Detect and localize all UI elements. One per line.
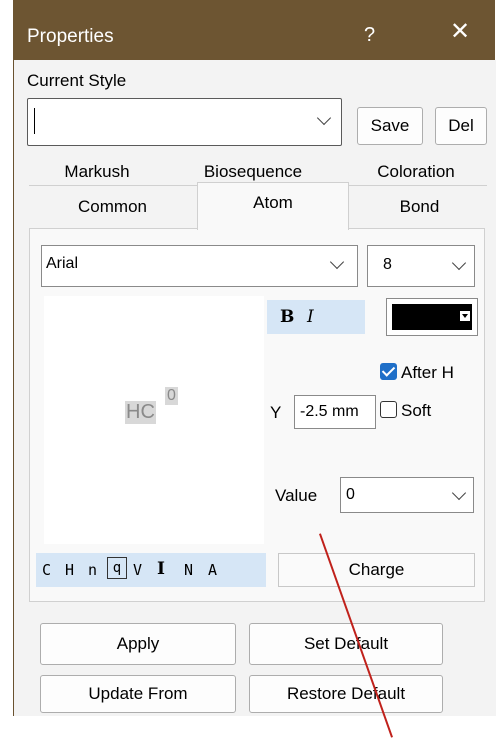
after-h-label: After H (401, 363, 454, 382)
style-buttons: B I (267, 300, 365, 334)
save-button[interactable]: Save (357, 107, 423, 145)
soft-label: Soft (401, 401, 432, 420)
help-button[interactable]: ? (364, 24, 375, 47)
chevron-down-icon[interactable] (316, 110, 332, 126)
text-caret (34, 108, 35, 134)
label-toolbar: C H n q V I N A (36, 553, 266, 587)
bold-button[interactable]: B (280, 307, 294, 327)
check-icon (381, 363, 396, 377)
label-button-n[interactable]: n (88, 561, 97, 579)
tab-markush[interactable]: Markush (31, 159, 163, 185)
chevron-down-icon[interactable] (451, 255, 467, 271)
current-style-combobox[interactable] (27, 98, 342, 146)
color-picker[interactable] (386, 298, 478, 336)
charge-button[interactable]: Charge (278, 553, 475, 587)
value-combobox[interactable]: 0 (340, 477, 474, 513)
label-button-v[interactable]: V (133, 561, 142, 579)
chevron-down-icon[interactable] (329, 254, 345, 270)
close-button[interactable]: ✕ (450, 20, 470, 44)
size-value: 8 (383, 256, 392, 273)
tab-coloration[interactable]: Coloration (343, 159, 489, 185)
value-value: 0 (346, 486, 355, 503)
font-value: Arial (46, 255, 79, 272)
italic-button[interactable]: I (307, 307, 314, 327)
value-label: Value (275, 486, 318, 505)
label-button-n-upper[interactable]: N (184, 561, 193, 579)
preview-text: HC (125, 401, 156, 424)
label-button-a[interactable]: A (208, 561, 217, 579)
y-label: Y (270, 403, 282, 422)
size-combobox[interactable]: 8 (367, 245, 475, 287)
tab-bond[interactable]: Bond (352, 188, 487, 226)
dropdown-arrow-icon[interactable] (460, 311, 470, 321)
soft-checkbox[interactable] (380, 401, 397, 418)
color-swatch (392, 304, 472, 330)
y-offset-value: -2.5 mm (300, 403, 359, 420)
label-button-q[interactable]: q (107, 557, 127, 579)
window-title: Properties (27, 26, 114, 47)
restore-default-button[interactable]: Restore Default (249, 675, 443, 713)
update-from-button[interactable]: Update From (40, 675, 236, 713)
font-combobox[interactable]: Arial (41, 245, 358, 287)
set-default-button[interactable]: Set Default (249, 623, 443, 665)
tab-atom[interactable]: Atom (197, 182, 349, 230)
label-button-i[interactable]: I (157, 559, 165, 579)
atom-panel: Arial 8 HC 0 B I After H Y -2.5 mm Soft … (29, 228, 485, 602)
chevron-down-icon[interactable] (451, 485, 467, 501)
apply-button[interactable]: Apply (40, 623, 236, 665)
label-button-h[interactable]: H (65, 561, 74, 579)
tab-common[interactable]: Common (31, 188, 194, 226)
preview-superscript: 0 (165, 387, 178, 405)
y-offset-input[interactable]: -2.5 mm (294, 395, 376, 429)
del-button[interactable]: Del (435, 107, 487, 145)
title-bar[interactable]: Properties ? ✕ (13, 0, 496, 60)
after-h-checkbox[interactable] (380, 363, 397, 380)
atom-preview: HC 0 (44, 296, 264, 544)
current-style-label: Current Style (27, 71, 127, 90)
label-button-c[interactable]: C (42, 561, 51, 579)
